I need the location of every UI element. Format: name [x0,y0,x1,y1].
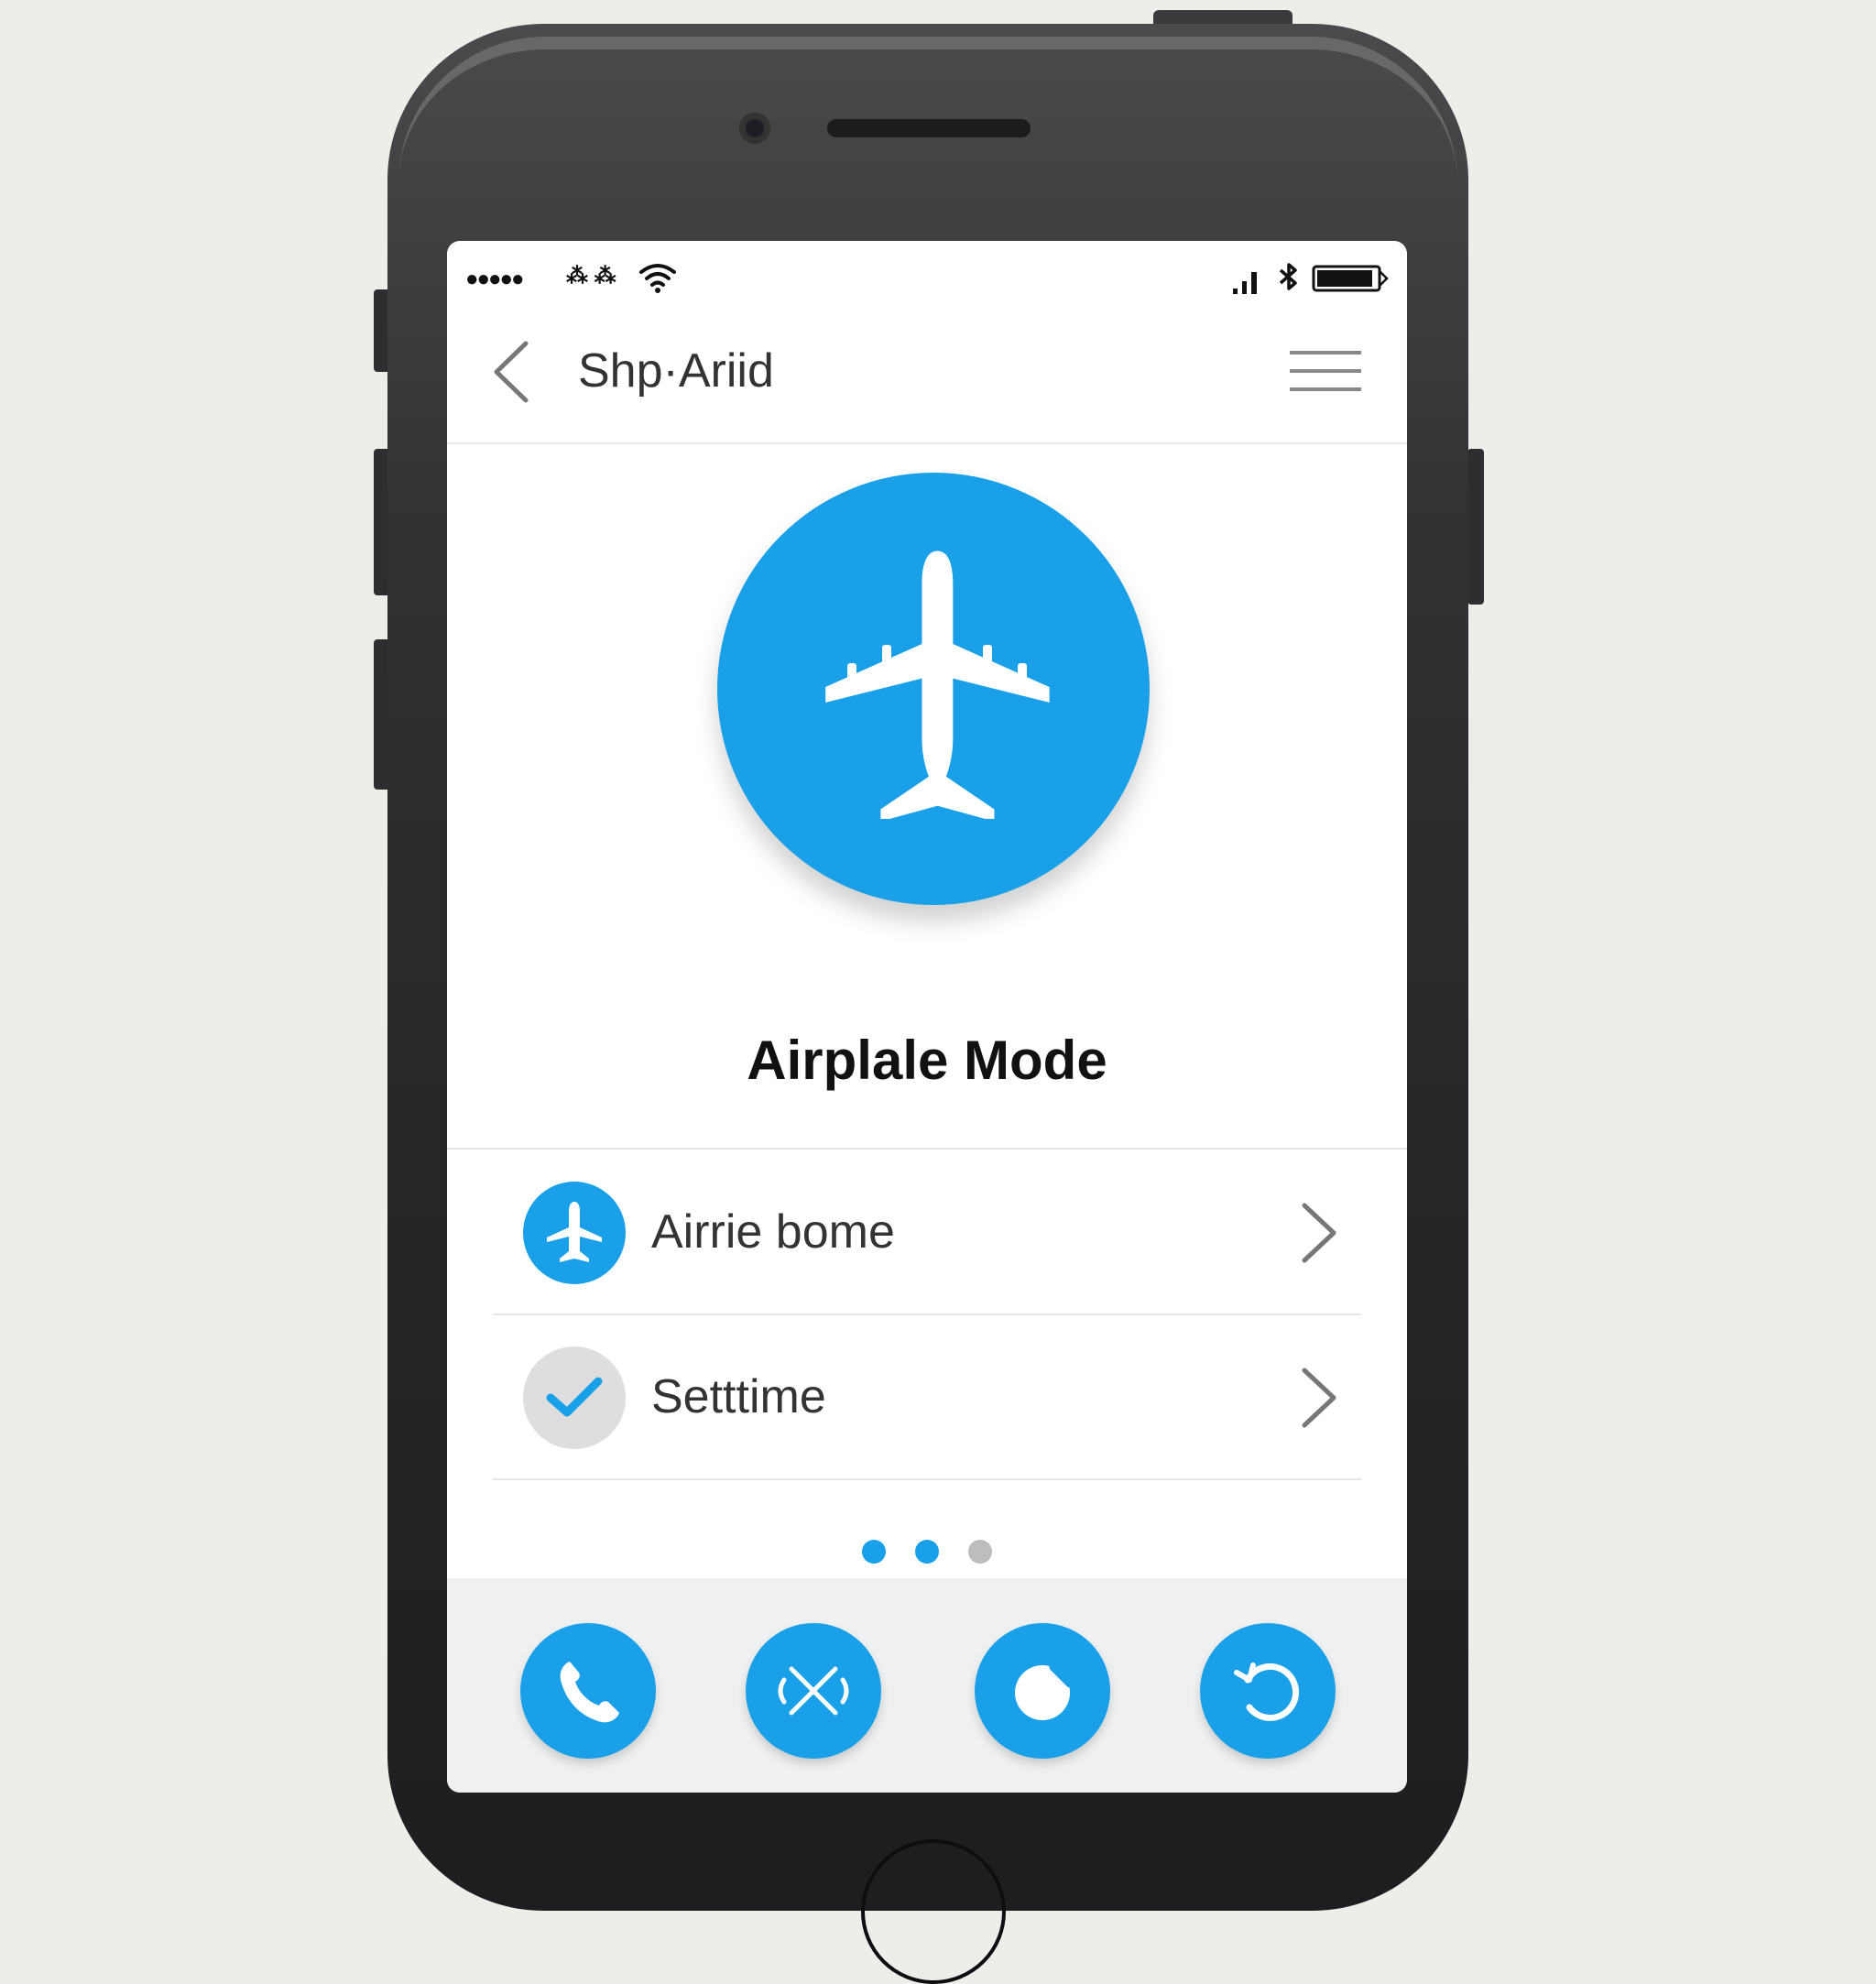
battery-icon [1312,265,1389,292]
list-item-label: Airrie bome [651,1205,895,1259]
refresh-button[interactable] [1200,1623,1336,1759]
phone-icon [560,1662,619,1723]
chevron-right-icon [1302,1368,1336,1428]
home-button[interactable] [861,1839,1006,1984]
chevron-right-icon [1302,1203,1336,1263]
airplane-icon [547,1202,602,1262]
checkmark-icon-badge [523,1346,626,1449]
wifi-icon [639,264,676,293]
list-item-settime[interactable]: Setttime [493,1315,1361,1480]
side-button[interactable] [1467,449,1484,605]
page-dot-active[interactable] [861,1540,886,1564]
airplane-icon [825,551,1050,819]
chevron-left-icon[interactable] [491,340,531,404]
bluetooth-icon [1279,263,1297,290]
checkmark-icon [546,1377,603,1417]
airplane-mode-title: Airplale Mode [747,1030,1107,1091]
page-title: Shp·Ariid [578,344,774,398]
signal-dots: ●●●●● [465,267,525,291]
airplane-icon-badge [523,1182,626,1284]
page-dot-inactive[interactable] [968,1540,993,1564]
bottom-action-bar [447,1578,1407,1793]
list-item-label: Setttime [651,1370,826,1423]
phone-button[interactable] [520,1623,656,1759]
airplane-off-button[interactable] [746,1623,881,1759]
cellular-signal-icon [1233,272,1257,294]
divider [447,1148,1407,1150]
status-bar: ●●●●● ⁂ ⁂ [447,241,1407,305]
hamburger-menu-icon[interactable] [1290,349,1361,395]
phone-screen: ●●●●● ⁂ ⁂ Shp·Ariid Airplale Mode Airrie… [447,241,1407,1793]
toggle-button[interactable] [975,1623,1110,1759]
navigation-bar: Shp·Ariid [447,305,1407,444]
page-dot-active[interactable] [915,1540,939,1564]
list-item-airplane[interactable]: Airrie bome [493,1150,1361,1315]
front-camera [739,113,770,144]
refresh-icon [1234,1662,1300,1721]
airplane-off-icon [778,1666,849,1716]
toggle-icon [1015,1662,1074,1720]
carrier-label: ⁂ ⁂ [566,264,616,289]
airplane-mode-toggle[interactable] [717,473,1150,905]
page-indicator[interactable] [447,1540,1407,1567]
earpiece-speaker [827,119,1031,137]
